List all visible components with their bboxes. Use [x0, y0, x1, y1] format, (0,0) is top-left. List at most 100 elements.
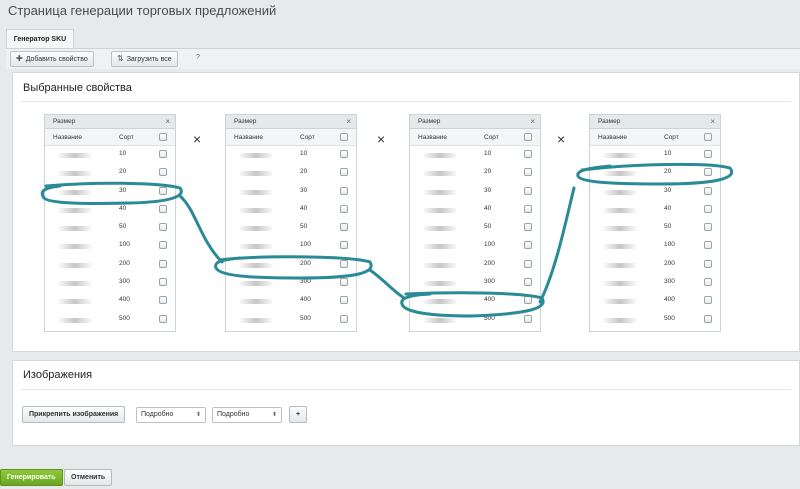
row-checkbox[interactable]: [340, 314, 348, 323]
images-title: Изображения: [23, 369, 93, 381]
close-icon[interactable]: ×: [346, 115, 351, 129]
sync-icon: ⇅: [117, 54, 124, 63]
value-name-blurred: [602, 299, 638, 305]
row-checkbox[interactable]: [524, 150, 532, 158]
sort-value: 500: [484, 314, 495, 322]
row-checkbox[interactable]: [704, 223, 712, 232]
row-checkbox[interactable]: [704, 150, 712, 158]
add-image-button[interactable]: +: [289, 406, 307, 423]
table-row: 30: [226, 183, 356, 201]
close-icon[interactable]: ×: [530, 115, 535, 129]
sort-value: 100: [484, 241, 495, 249]
row-checkbox[interactable]: [704, 186, 712, 195]
select-all-checkbox[interactable]: [159, 133, 167, 141]
row-checkbox[interactable]: [159, 150, 167, 158]
sort-value: 20: [484, 168, 492, 176]
row-checkbox[interactable]: [524, 186, 532, 195]
divider: [21, 389, 791, 390]
row-checkbox[interactable]: [159, 204, 167, 213]
row-checkbox[interactable]: [159, 278, 167, 287]
row-checkbox[interactable]: [704, 314, 712, 323]
sort-value: 30: [119, 186, 127, 194]
row-checkbox[interactable]: [159, 186, 167, 195]
row-checkbox[interactable]: [159, 168, 167, 177]
property-columns: Название Сорт: [410, 129, 540, 146]
value-name-blurred: [57, 171, 93, 177]
attach-images-button[interactable]: Прикрепить изображения: [22, 406, 126, 423]
add-property-button[interactable]: ✚ Добавить свойство: [10, 51, 94, 67]
property-table-header: Размер ×: [410, 115, 540, 129]
select-all-checkbox[interactable]: [524, 133, 532, 141]
row-checkbox[interactable]: [340, 204, 348, 213]
sort-value: 200: [664, 259, 675, 267]
value-name-blurred: [57, 262, 93, 268]
sort-value: 400: [119, 296, 130, 304]
property-columns: Название Сорт: [226, 129, 356, 146]
row-checkbox[interactable]: [340, 278, 348, 287]
sort-value: 30: [300, 186, 308, 194]
value-name-blurred: [238, 171, 274, 177]
value-name-blurred: [422, 281, 458, 287]
sort-value: 500: [664, 314, 675, 322]
row-checkbox[interactable]: [524, 314, 532, 323]
select-all-checkbox[interactable]: [704, 133, 712, 141]
value-name-blurred: [238, 244, 274, 250]
image-select-2[interactable]: Подробно ⬍: [212, 407, 282, 423]
help-icon[interactable]: ?: [196, 54, 200, 61]
row-checkbox[interactable]: [340, 259, 348, 268]
table-row: 500: [226, 311, 356, 329]
generate-button[interactable]: Генерировать: [0, 469, 63, 486]
row-checkbox[interactable]: [704, 296, 712, 305]
row-checkbox[interactable]: [340, 150, 348, 158]
row-checkbox[interactable]: [159, 223, 167, 232]
row-checkbox[interactable]: [704, 278, 712, 287]
column-sort-header: Сорт: [119, 134, 134, 141]
row-checkbox[interactable]: [704, 204, 712, 213]
row-checkbox[interactable]: [340, 241, 348, 250]
sort-value: 50: [119, 223, 127, 231]
row-checkbox[interactable]: [524, 278, 532, 287]
row-checkbox[interactable]: [524, 296, 532, 305]
tab-sku-generator[interactable]: Генератор SKU: [6, 29, 74, 48]
row-checkbox[interactable]: [340, 296, 348, 305]
close-icon[interactable]: ×: [710, 115, 715, 129]
row-checkbox[interactable]: [524, 168, 532, 177]
table-row: 100: [226, 237, 356, 255]
row-checkbox[interactable]: [340, 186, 348, 195]
row-checkbox[interactable]: [524, 259, 532, 268]
row-checkbox[interactable]: [524, 241, 532, 250]
value-name-blurred: [238, 226, 274, 232]
selected-properties-title: Выбранные свойства: [23, 82, 132, 94]
row-checkbox[interactable]: [159, 314, 167, 323]
table-row: 40: [226, 201, 356, 219]
row-checkbox[interactable]: [704, 259, 712, 268]
property-table-header: Размер ×: [590, 115, 720, 129]
sort-value: 50: [300, 223, 308, 231]
load-all-button[interactable]: ⇅ Загрузить все: [111, 51, 178, 67]
value-name-blurred: [57, 244, 93, 250]
value-name-blurred: [602, 281, 638, 287]
table-row: 400: [590, 292, 720, 310]
row-checkbox[interactable]: [704, 168, 712, 177]
row-checkbox[interactable]: [340, 223, 348, 232]
row-checkbox[interactable]: [159, 241, 167, 250]
row-checkbox[interactable]: [159, 296, 167, 305]
row-checkbox[interactable]: [340, 168, 348, 177]
value-name-blurred: [602, 226, 638, 232]
cancel-button[interactable]: Отменить: [64, 469, 113, 486]
sort-value: 500: [300, 314, 311, 322]
table-row: 30: [590, 183, 720, 201]
image-select-1[interactable]: Подробно ⬍: [136, 407, 206, 423]
column-name-header: Название: [598, 134, 628, 141]
row-checkbox[interactable]: [524, 204, 532, 213]
row-checkbox[interactable]: [524, 223, 532, 232]
value-name-blurred: [238, 299, 274, 305]
row-checkbox[interactable]: [704, 241, 712, 250]
row-checkbox[interactable]: [159, 259, 167, 268]
select-all-checkbox[interactable]: [340, 133, 348, 141]
close-icon[interactable]: ×: [165, 115, 170, 129]
property-columns: Название Сорт: [45, 129, 175, 146]
property-table-header: Размер ×: [45, 115, 175, 129]
table-row: 100: [410, 237, 540, 255]
toolbar: ✚ Добавить свойство ⇅ Загрузить все ?: [6, 48, 800, 69]
